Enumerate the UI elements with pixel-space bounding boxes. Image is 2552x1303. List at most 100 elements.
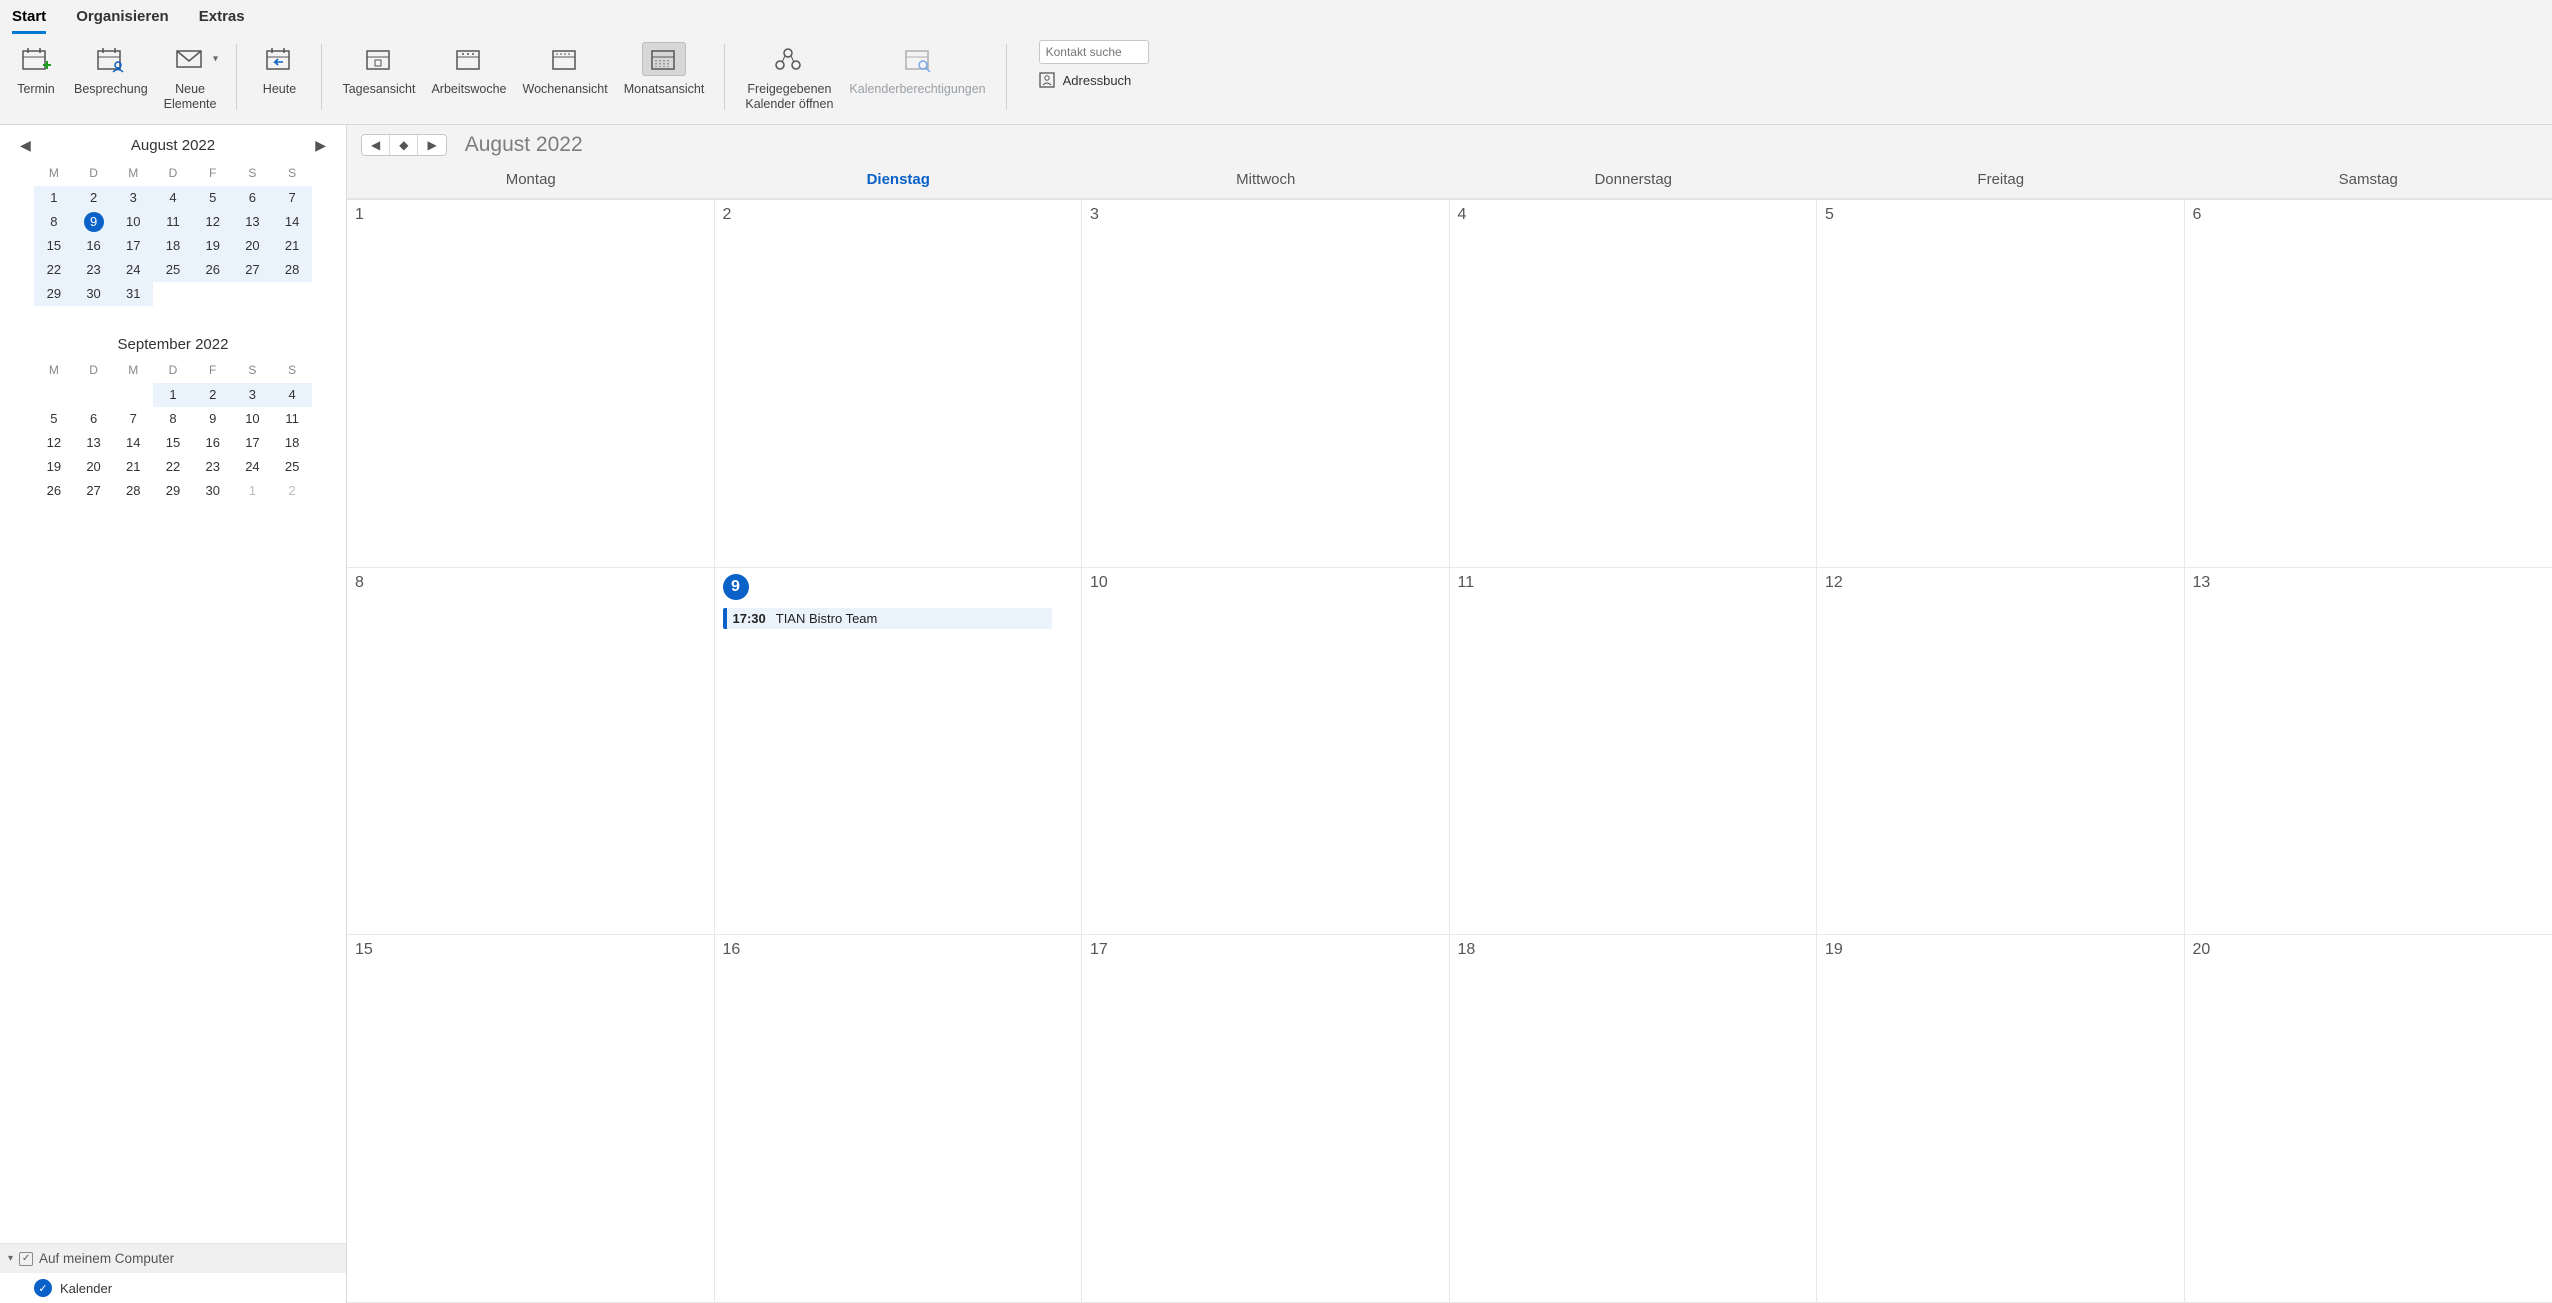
checkbox-icon[interactable]: ✓: [19, 1252, 33, 1266]
mini-day-cell[interactable]: 15: [153, 431, 193, 455]
mini-day-cell[interactable]: 22: [153, 455, 193, 479]
mini-day-cell[interactable]: 4: [153, 186, 193, 210]
mini-day-cell[interactable]: 27: [233, 258, 273, 282]
mini-day-cell[interactable]: 2: [74, 186, 114, 210]
contact-search-input[interactable]: [1039, 40, 1149, 64]
mini-day-cell[interactable]: 6: [233, 186, 273, 210]
today-pill-button[interactable]: ◆: [389, 135, 417, 155]
open-shared-calendar-button[interactable]: Freigegebenen Kalender öffnen: [737, 40, 841, 114]
mini-day-cell[interactable]: 8: [34, 210, 74, 234]
day-cell[interactable]: 5: [1817, 200, 2185, 568]
day-cell[interactable]: 4: [1450, 200, 1818, 568]
mini-day-cell[interactable]: 9: [74, 210, 114, 234]
day-cell[interactable]: 2: [715, 200, 1083, 568]
mini-day-cell[interactable]: 5: [34, 407, 74, 431]
mini-day-cell[interactable]: 17: [113, 234, 153, 258]
mini-day-cell[interactable]: 29: [34, 282, 74, 306]
mini-day-cell[interactable]: 16: [193, 431, 233, 455]
mini-day-cell[interactable]: 19: [34, 455, 74, 479]
month-view-button[interactable]: Monatsansicht: [616, 40, 713, 99]
mini-day-cell[interactable]: [113, 383, 153, 407]
mini-day-cell[interactable]: 18: [272, 431, 312, 455]
mini-day-cell[interactable]: [153, 282, 193, 306]
mini-day-cell[interactable]: 22: [34, 258, 74, 282]
new-meeting-button[interactable]: Besprechung: [66, 40, 156, 99]
mini-day-cell[interactable]: 31: [113, 282, 153, 306]
day-cell[interactable]: 11: [1450, 568, 1818, 936]
mini-day-cell[interactable]: 12: [34, 431, 74, 455]
mini-day-cell[interactable]: 11: [153, 210, 193, 234]
mini-day-cell[interactable]: 13: [233, 210, 273, 234]
today-button[interactable]: Heute: [249, 40, 309, 99]
calendar-item-kalender[interactable]: ✓ Kalender: [0, 1273, 346, 1303]
mini-day-cell[interactable]: 6: [74, 407, 114, 431]
day-cell[interactable]: 8: [347, 568, 715, 936]
day-cell[interactable]: 3: [1082, 200, 1450, 568]
mini-day-cell[interactable]: 25: [272, 455, 312, 479]
day-cell[interactable]: 10: [1082, 568, 1450, 936]
day-cell[interactable]: 12: [1817, 568, 2185, 936]
day-cell[interactable]: 1: [347, 200, 715, 568]
mini-day-cell[interactable]: 21: [272, 234, 312, 258]
day-cell[interactable]: 15: [347, 935, 715, 1303]
day-cell[interactable]: 20: [2185, 935, 2552, 1303]
calendar-group-my-computer[interactable]: ▾ ✓ Auf meinem Computer: [0, 1244, 346, 1273]
mini-day-cell[interactable]: 7: [272, 186, 312, 210]
mini-day-cell[interactable]: 14: [113, 431, 153, 455]
calendar-event[interactable]: 17:30TIAN Bistro Team: [723, 608, 1052, 629]
mini-day-cell[interactable]: 1: [153, 383, 193, 407]
mini-day-cell[interactable]: 14: [272, 210, 312, 234]
mini-day-cell[interactable]: 8: [153, 407, 193, 431]
mini-day-cell[interactable]: 10: [113, 210, 153, 234]
mini-day-cell[interactable]: 26: [34, 479, 74, 503]
next-month-button[interactable]: ▶: [417, 135, 445, 155]
mini-day-cell[interactable]: 27: [74, 479, 114, 503]
day-cell[interactable]: 19: [1817, 935, 2185, 1303]
mini-day-cell[interactable]: 3: [233, 383, 273, 407]
mini-day-cell[interactable]: 25: [153, 258, 193, 282]
mini-day-cell[interactable]: 21: [113, 455, 153, 479]
mini-day-cell[interactable]: 1: [233, 479, 273, 503]
mini-day-cell[interactable]: [34, 383, 74, 407]
mini-day-cell[interactable]: 28: [272, 258, 312, 282]
tab-organize[interactable]: Organisieren: [76, 8, 169, 34]
mini-day-cell[interactable]: 18: [153, 234, 193, 258]
mini-day-cell[interactable]: [233, 282, 273, 306]
mini-day-cell[interactable]: 2: [272, 479, 312, 503]
mini-day-cell[interactable]: 24: [113, 258, 153, 282]
day-cell[interactable]: 16: [715, 935, 1083, 1303]
month-grid[interactable]: 1234568917:30TIAN Bistro Team10111213151…: [347, 199, 2552, 1303]
mini-day-cell[interactable]: 20: [74, 455, 114, 479]
mini-day-cell[interactable]: 24: [233, 455, 273, 479]
mini-day-cell[interactable]: 9: [193, 407, 233, 431]
day-view-button[interactable]: Tagesansicht: [334, 40, 423, 99]
day-cell[interactable]: 18: [1450, 935, 1818, 1303]
mini-day-cell[interactable]: 30: [193, 479, 233, 503]
mini-day-cell[interactable]: 15: [34, 234, 74, 258]
mini-day-cell[interactable]: 16: [74, 234, 114, 258]
mini-day-cell[interactable]: 30: [74, 282, 114, 306]
mini-day-cell[interactable]: 2: [193, 383, 233, 407]
mini-day-cell[interactable]: [272, 282, 312, 306]
mini-day-cell[interactable]: 5: [193, 186, 233, 210]
mini-day-cell[interactable]: 26: [193, 258, 233, 282]
mini-day-cell[interactable]: 28: [113, 479, 153, 503]
mini-day-cell[interactable]: 19: [193, 234, 233, 258]
address-book-button[interactable]: Adressbuch: [1039, 72, 1149, 88]
mini-day-cell[interactable]: [74, 383, 114, 407]
tab-start[interactable]: Start: [12, 8, 46, 34]
mini-prev-month[interactable]: ◀: [14, 135, 37, 156]
week-view-button[interactable]: Wochenansicht: [515, 40, 616, 99]
mini-day-cell[interactable]: 20: [233, 234, 273, 258]
mini-day-cell[interactable]: 11: [272, 407, 312, 431]
mini-day-cell[interactable]: 7: [113, 407, 153, 431]
day-cell[interactable]: 17: [1082, 935, 1450, 1303]
day-cell[interactable]: 6: [2185, 200, 2552, 568]
tab-extras[interactable]: Extras: [199, 8, 245, 34]
mini-day-cell[interactable]: 12: [193, 210, 233, 234]
mini-day-cell[interactable]: 4: [272, 383, 312, 407]
mini-next-month[interactable]: ▶: [309, 135, 332, 156]
mini-day-cell[interactable]: 29: [153, 479, 193, 503]
workweek-view-button[interactable]: Arbeitswoche: [423, 40, 514, 99]
mini-day-cell[interactable]: [193, 282, 233, 306]
